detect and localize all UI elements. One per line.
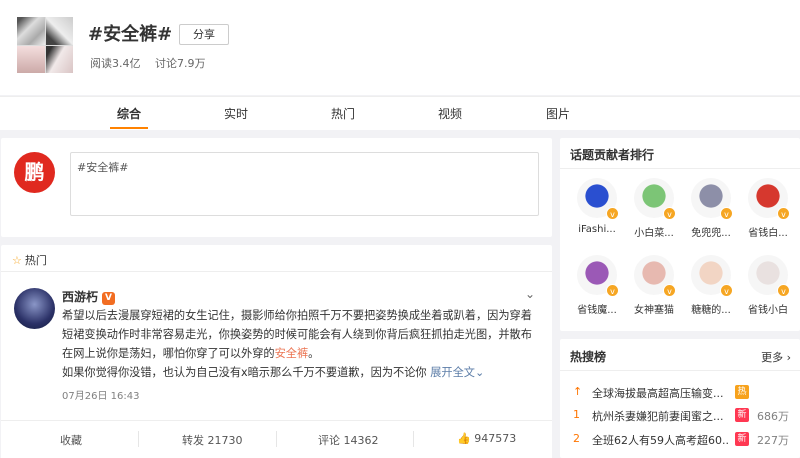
- hot-search-count: 686万: [757, 410, 789, 423]
- pinned-up-icon: ↑: [573, 385, 583, 398]
- verified-icon: v: [663, 284, 676, 297]
- tab-video[interactable]: 视频: [438, 105, 462, 122]
- verified-icon: v: [720, 207, 733, 220]
- contributor-name[interactable]: 省钱小白: [743, 301, 793, 316]
- divider: [560, 370, 800, 371]
- expand-label[interactable]: 展开全文: [430, 366, 475, 379]
- discuss-count: 讨论7.9万: [155, 57, 206, 70]
- verified-icon: v: [720, 284, 733, 297]
- hot-search-tag: 新: [735, 432, 749, 446]
- divider: [138, 431, 139, 447]
- contributor-avatar[interactable]: v: [691, 255, 733, 297]
- topic-stats: 阅读3.4亿 讨论7.9万: [90, 55, 217, 71]
- topic-title: #安全裤#: [88, 24, 173, 45]
- contributor-item[interactable]: v 省钱白...: [743, 178, 793, 239]
- post-author[interactable]: 西游朽 V: [62, 288, 116, 305]
- tab-realtime[interactable]: 实时: [224, 105, 248, 122]
- like-count: 947573: [474, 432, 517, 445]
- contributor-name[interactable]: 省钱魔...: [572, 301, 622, 316]
- contributor-avatar[interactable]: v: [691, 178, 733, 220]
- topic-header: #安全裤# 分享 阅读3.4亿 讨论7.9万: [0, 0, 800, 95]
- post-author-avatar[interactable]: [14, 288, 55, 329]
- contributor-item[interactable]: v 糖糖的...: [686, 255, 736, 316]
- post-author-name[interactable]: 西游朽: [62, 290, 98, 304]
- contributor-name[interactable]: 糖糖的...: [686, 301, 736, 316]
- hot-search-rank: 2: [573, 432, 580, 445]
- comment-button[interactable]: 评论 14362: [318, 432, 379, 448]
- compose-card: 鹏 #安全裤#: [1, 138, 552, 237]
- divider: [560, 168, 800, 169]
- post-text: 希望以后去漫展穿短裙的女生记住，摄影师给你拍照千万不要把姿势换成坐着或趴着，因为…: [62, 306, 538, 382]
- hot-search-item[interactable]: 2 全班62人有59人高考超60... 新 227万: [560, 430, 800, 450]
- divider: [276, 431, 277, 447]
- share-button[interactable]: 分享: [179, 24, 229, 45]
- contributor-avatar[interactable]: v: [634, 255, 676, 297]
- contributor-avatar[interactable]: v: [577, 255, 619, 297]
- contributors-title: 话题贡献者排行: [570, 148, 655, 162]
- post-text-end: 。: [308, 347, 320, 360]
- divider: [1, 271, 552, 272]
- read-count: 阅读3.4亿: [90, 57, 141, 70]
- hot-search-text[interactable]: 全球海拔最高超高压输变...: [592, 385, 730, 401]
- repost-button[interactable]: 转发 21730: [182, 432, 243, 448]
- section-label-text: 热门: [24, 254, 47, 267]
- post-text-line2: 如果你觉得你没错，也认为自己没有x暗示那么千万不要道歉，因为不论你: [62, 366, 427, 379]
- hot-search-title: 热搜榜: [570, 350, 607, 364]
- contributor-name[interactable]: 免兜兜...: [686, 224, 736, 239]
- tab-comprehensive[interactable]: 综合: [117, 105, 141, 122]
- divider: [413, 431, 414, 447]
- contributor-item[interactable]: v 女神塞猫: [629, 255, 679, 316]
- contributor-item[interactable]: v 小白菜...: [629, 178, 679, 239]
- contributor-name[interactable]: 省钱白...: [743, 224, 793, 239]
- favorite-button[interactable]: 收藏: [60, 432, 82, 448]
- verified-icon: v: [777, 207, 790, 220]
- topic-link[interactable]: 安全裤: [275, 347, 309, 360]
- tab-hot[interactable]: 热门: [331, 105, 355, 122]
- verified-icon: v: [606, 284, 619, 297]
- contributor-avatar[interactable]: v: [577, 178, 619, 220]
- feed-card: ☆ 热门 西游朽 V ⌄ 希望以后去漫展穿短裙的女生记住，摄影师给你拍照千万不要把姿…: [1, 245, 552, 458]
- chevron-down-icon[interactable]: ⌄: [525, 287, 535, 301]
- hot-search-item[interactable]: ↑ 全球海拔最高超高压输变... 热: [560, 383, 800, 403]
- hot-search-rank: 1: [573, 408, 580, 421]
- post-actions: 收藏 转发 21730 评论 14362 👍 947573: [1, 420, 552, 458]
- thumbs-up-icon: 👍: [457, 432, 471, 445]
- star-icon: ☆: [12, 254, 22, 267]
- hot-search-text[interactable]: 杭州杀妻嫌犯前妻闺蜜之...: [592, 408, 730, 424]
- contributor-avatar[interactable]: v: [634, 178, 676, 220]
- compose-input[interactable]: #安全裤#: [70, 152, 539, 216]
- hot-search-tag: 新: [735, 408, 749, 422]
- tab-pictures[interactable]: 图片: [546, 105, 570, 122]
- contributor-name[interactable]: 小白菜...: [629, 224, 679, 239]
- chevron-down-icon: ⌄: [474, 366, 485, 379]
- expand-link[interactable]: 展开全文⌄: [430, 366, 484, 379]
- tab-bar: 综合 实时 热门 视频 图片: [0, 96, 800, 130]
- contributors-card: 话题贡献者排行 v iFashi... v 小白菜... v 免兜兜... v 省钱白... v…: [560, 138, 800, 331]
- verified-icon: V: [102, 292, 116, 305]
- hot-search-more-link[interactable]: 更多 ›: [761, 349, 791, 365]
- hot-search-text[interactable]: 全班62人有59人高考超60...: [592, 432, 730, 448]
- hot-search-item[interactable]: 1 杭州杀妻嫌犯前妻闺蜜之... 新 686万: [560, 406, 800, 426]
- verified-icon: v: [606, 207, 619, 220]
- hot-search-card: 热搜榜 更多 › ↑ 全球海拔最高超高压输变... 热 1 杭州杀妻嫌犯前妻闺蜜之...…: [560, 339, 800, 458]
- topic-cover-image: [17, 17, 73, 73]
- contributor-item[interactable]: v 免兜兜...: [686, 178, 736, 239]
- contributor-item[interactable]: v 省钱魔...: [572, 255, 622, 316]
- hot-search-tag: 热: [735, 385, 749, 399]
- contributor-avatar[interactable]: v: [748, 178, 790, 220]
- contributor-item[interactable]: v 省钱小白: [743, 255, 793, 316]
- verified-icon: v: [777, 284, 790, 297]
- contributor-item[interactable]: v iFashi...: [572, 178, 622, 235]
- user-avatar[interactable]: 鹏: [14, 152, 55, 193]
- hot-search-count: 227万: [757, 434, 789, 447]
- active-tab-indicator: [110, 127, 148, 129]
- verified-icon: v: [663, 207, 676, 220]
- feed-section-label: ☆ 热门: [12, 252, 47, 268]
- contributor-name[interactable]: 女神塞猫: [629, 301, 679, 316]
- like-button[interactable]: 👍 947573: [457, 432, 516, 445]
- post-timestamp[interactable]: 07月26日 16:43: [62, 387, 139, 402]
- contributor-avatar[interactable]: v: [748, 255, 790, 297]
- contributor-name[interactable]: iFashi...: [572, 224, 622, 235]
